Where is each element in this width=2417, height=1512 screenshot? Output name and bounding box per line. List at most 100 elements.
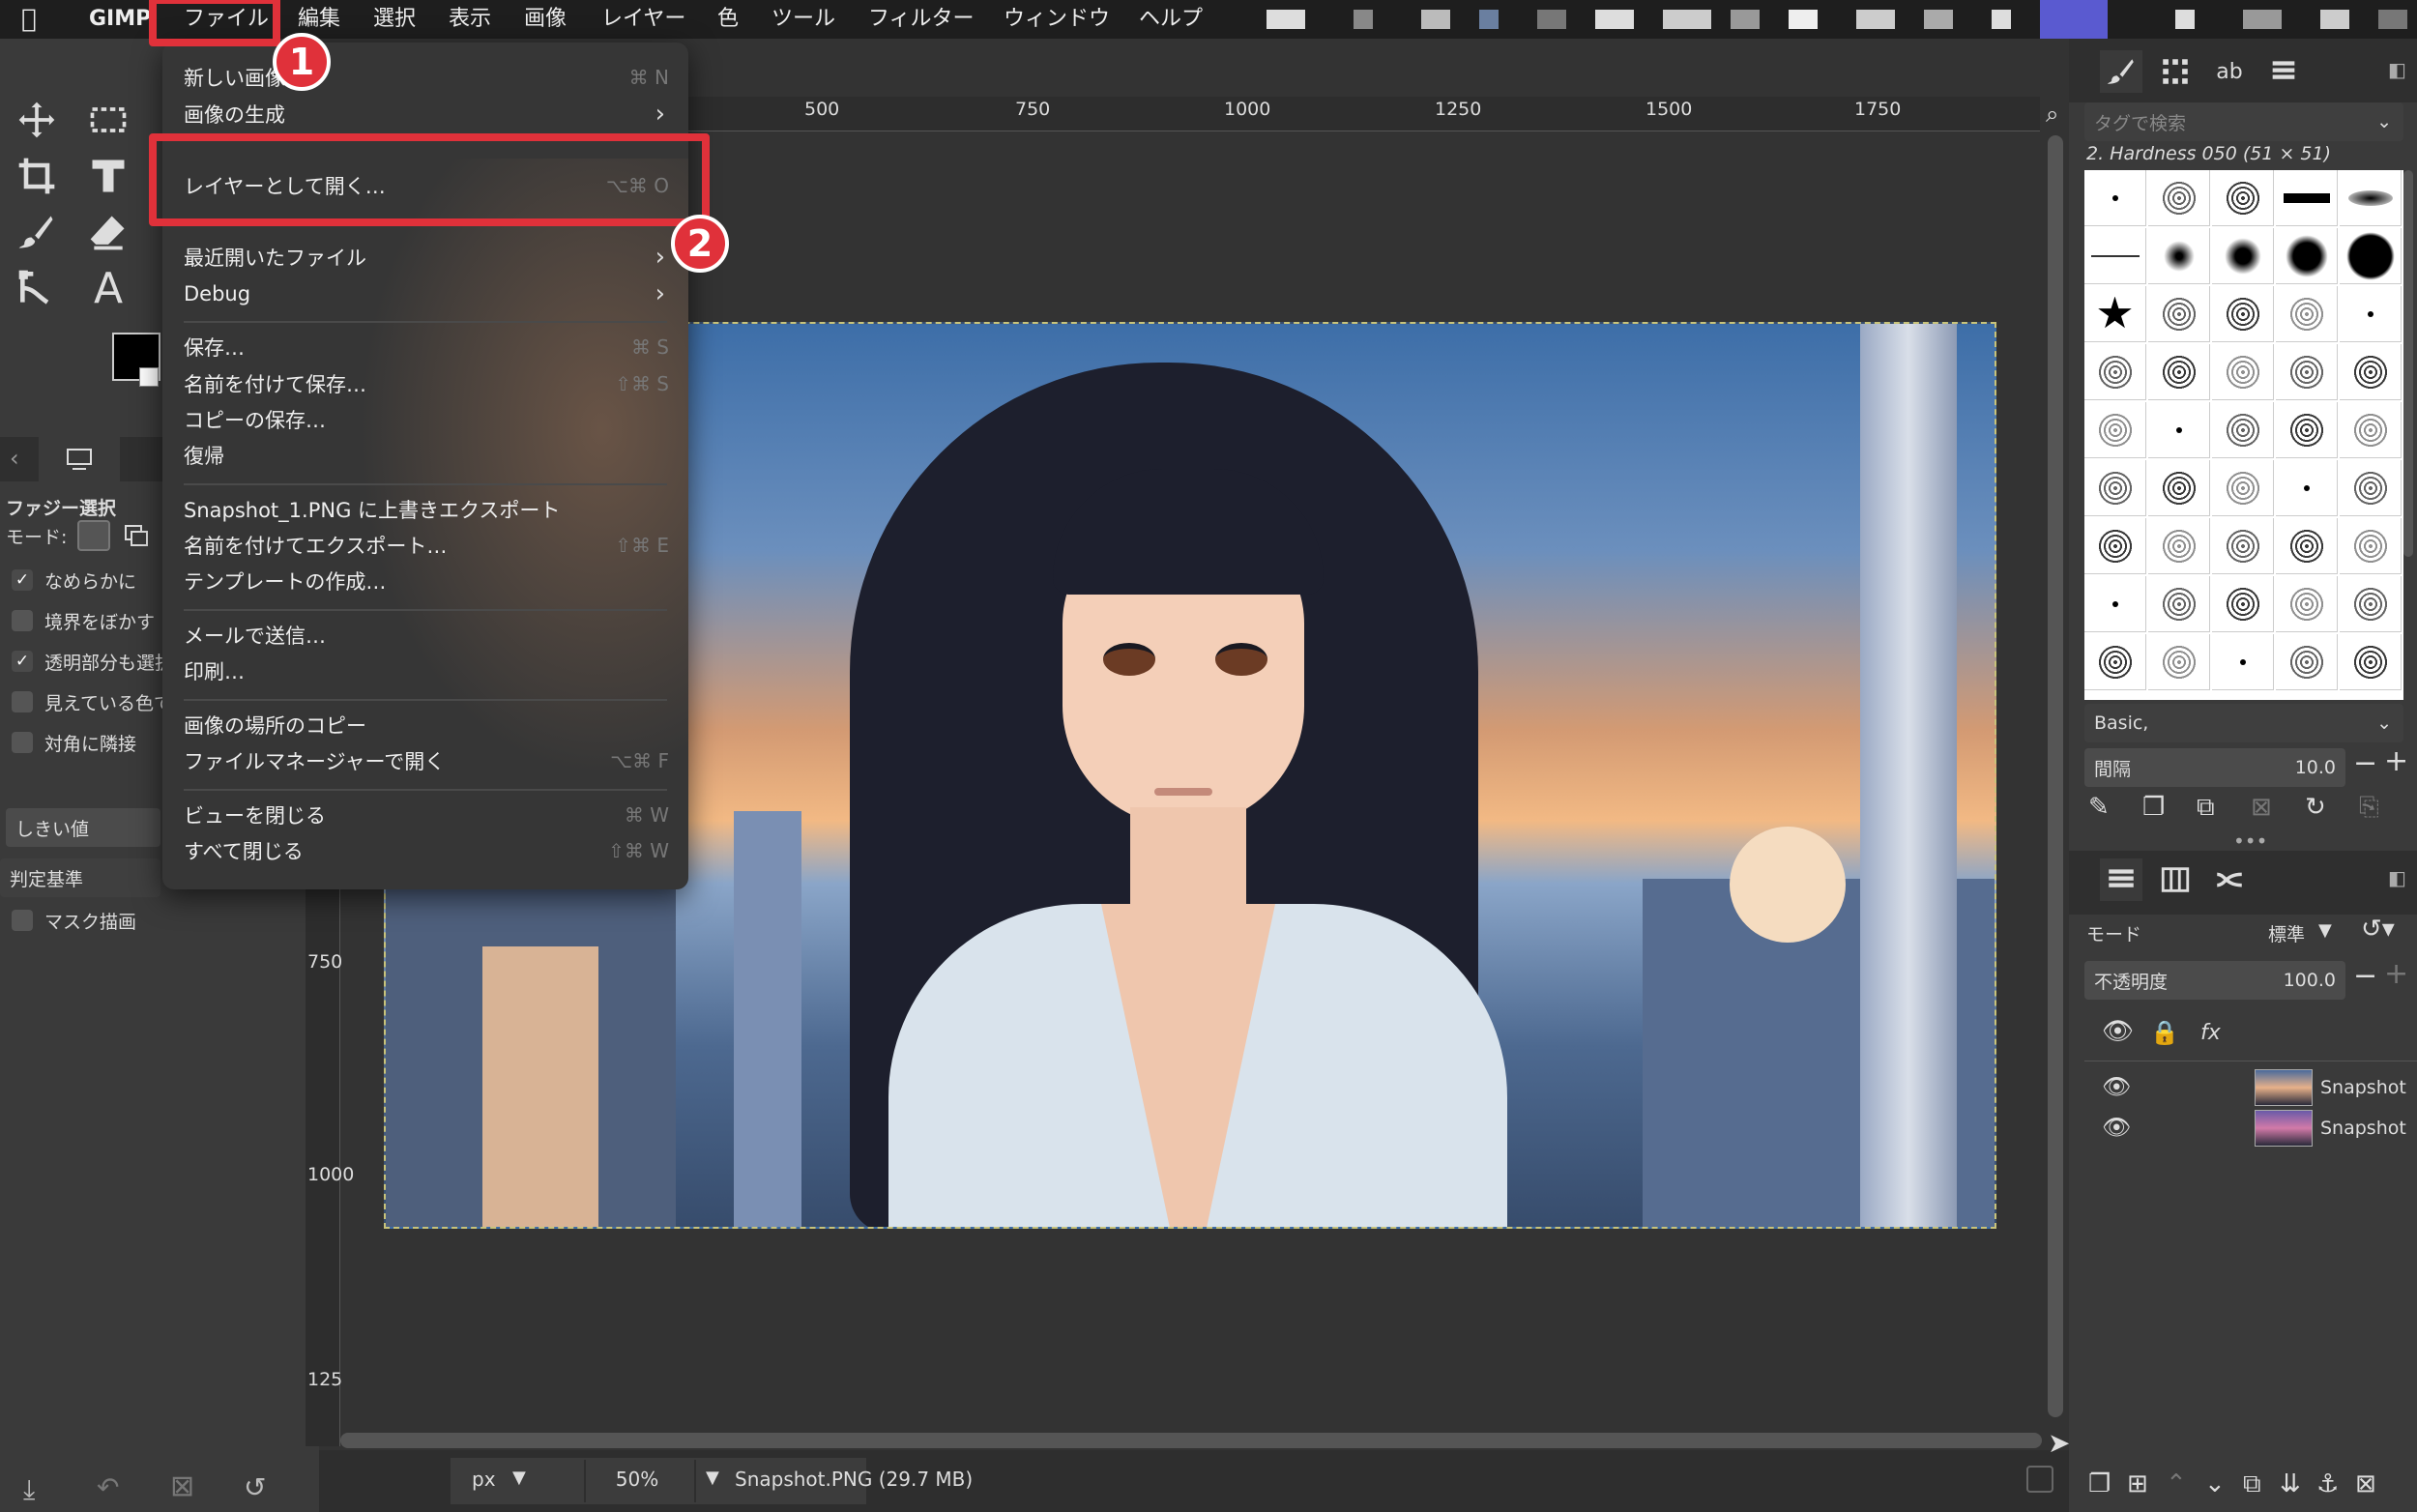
menu-item-open-recent[interactable]: 最近開いたファイル › [184, 240, 669, 275]
menu-item-send-mail[interactable]: メールで送信… [184, 618, 669, 653]
layer-row[interactable]: 👁 Snapshot [2084, 1069, 2417, 1108]
merge-layer-icon[interactable]: ⇊ [2280, 1469, 2301, 1498]
zoom-search-icon[interactable]: ⌕ [2046, 101, 2058, 128]
brushes-tab-icon[interactable] [2100, 50, 2142, 93]
move-tool-icon[interactable] [14, 97, 60, 143]
transform-tool-icon[interactable] [85, 153, 131, 199]
brush-preset-cell[interactable] [2212, 460, 2274, 516]
new-layer-group-icon[interactable]: ⊞ [2127, 1469, 2148, 1498]
tool-options-tab[interactable] [39, 437, 120, 481]
lower-layer-icon[interactable]: ⌄ [2204, 1469, 2226, 1498]
checkbox[interactable] [12, 610, 33, 631]
channels-tab-icon[interactable] [2154, 858, 2197, 901]
tab-left-chevron-icon[interactable]: ‹ [10, 445, 19, 472]
brush-preset-cell[interactable] [2340, 402, 2402, 458]
reset-options-icon[interactable]: ↺ [244, 1471, 266, 1503]
menu-filters[interactable]: フィルター [868, 0, 975, 39]
brush-preset-cell[interactable] [2148, 228, 2210, 284]
app-menu-gimp[interactable]: GIMP [89, 0, 151, 39]
brush-scrollbar[interactable] [2403, 170, 2413, 557]
vertical-scrollbar[interactable] [2048, 135, 2063, 1417]
menu-item-close-all[interactable]: すべて閉じる ⇧⌘ W [184, 833, 669, 868]
brush-preset-cell[interactable] [2148, 170, 2210, 226]
spacing-slider[interactable]: 間隔 10.0 [2084, 748, 2345, 787]
brush-tag-search[interactable]: タグで検索 ⌄ [2084, 102, 2403, 141]
zoom-dropdown-icon[interactable]: ▼ [706, 1468, 719, 1488]
drag-handle-icon[interactable]: ••• [2233, 829, 2267, 853]
menu-image[interactable]: 画像 [524, 0, 567, 39]
threshold-slider[interactable]: しきい値 [6, 808, 160, 847]
anchor-layer-icon[interactable]: ⚓ [2316, 1469, 2339, 1498]
background-color-swatch[interactable] [139, 367, 159, 387]
dock-menu-icon[interactable]: ◧ [2388, 866, 2406, 889]
brush-preset-cell[interactable] [2212, 228, 2274, 284]
duplicate-layer-icon[interactable]: ⧉ [2243, 1469, 2261, 1499]
brush-preset-cell[interactable] [2148, 634, 2210, 690]
brush-preset-cell[interactable] [2212, 518, 2274, 574]
delete-options-icon[interactable]: ⊠ [170, 1469, 194, 1503]
menu-item-save[interactable]: 保存… ⌘ S [184, 330, 669, 364]
layer-row[interactable]: 👁 Snapshot [2084, 1110, 2417, 1149]
paths-tool-icon[interactable] [14, 265, 60, 311]
raise-layer-icon[interactable]: ⌃ [2166, 1469, 2187, 1498]
brush-preset-cell[interactable] [2084, 286, 2146, 342]
refresh-brushes-icon[interactable]: ↻ [2305, 793, 2326, 822]
unit-select[interactable]: px [472, 1468, 496, 1491]
menu-item-revert[interactable]: 復帰 [184, 438, 669, 473]
checkbox[interactable] [12, 732, 33, 753]
paths-tab-icon[interactable] [2208, 858, 2251, 901]
edit-brush-icon[interactable]: ✎ [2088, 793, 2110, 822]
brush-preset-cell[interactable] [2212, 170, 2274, 226]
brush-preset-cell[interactable] [2340, 518, 2402, 574]
opacity-slider[interactable]: 不透明度 100.0 [2084, 961, 2345, 1000]
menu-item-create-template[interactable]: テンプレートの作成… [184, 564, 669, 598]
brush-preset-cell[interactable] [2084, 518, 2146, 574]
duplicate-brush-icon[interactable]: ⧉ [2197, 793, 2215, 823]
brush-preset-cell[interactable] [2084, 228, 2146, 284]
fonts-tab-icon[interactable]: ab [2208, 50, 2251, 93]
menu-layer[interactable]: レイヤー [601, 0, 685, 39]
brush-preset-cell[interactable] [2212, 576, 2274, 632]
option-select-transparent[interactable]: ✓ 透明部分も選択 [0, 642, 173, 681]
brush-preset-cell[interactable] [2212, 286, 2274, 342]
brush-preset-cell[interactable] [2084, 460, 2146, 516]
brush-preset-cell[interactable] [2340, 634, 2402, 690]
menu-help[interactable]: ヘルプ [1139, 0, 1203, 39]
layer-mode-reset-icon[interactable]: ↺▾ [2361, 915, 2395, 944]
mode-replace-button[interactable] [77, 520, 110, 551]
brush-preset-cell[interactable] [2276, 460, 2338, 516]
brush-preset-cell[interactable] [2276, 576, 2338, 632]
brush-preset-cell[interactable] [2212, 634, 2274, 690]
brush-preset-cell[interactable] [2084, 576, 2146, 632]
menu-item-open-file-manager[interactable]: ファイルマネージャーで開く ⌥⌘ F [184, 743, 669, 778]
chevron-down-icon[interactable]: ⌄ [2376, 111, 2392, 132]
crop-tool-icon[interactable] [14, 153, 60, 199]
option-sample-merged[interactable]: 見えている色で [0, 683, 172, 721]
open-brush-icon[interactable]: ⎘ [2359, 793, 2379, 823]
brush-preset-cell[interactable] [2340, 228, 2402, 284]
unit-dropdown-icon[interactable]: ▼ [512, 1468, 526, 1488]
menu-tools[interactable]: ツール [772, 0, 835, 39]
brush-preset-cell[interactable] [2148, 576, 2210, 632]
option-draw-mask[interactable]: マスク描画 [0, 901, 136, 940]
brush-preset-cell[interactable] [2276, 634, 2338, 690]
rect-select-tool-icon[interactable] [85, 97, 131, 143]
patterns-tab-icon[interactable] [2154, 50, 2197, 93]
menu-item-save-as[interactable]: 名前を付けて保存… ⇧⌘ S [184, 366, 669, 401]
chevron-down-icon[interactable]: ⌄ [2376, 712, 2392, 734]
menu-item-debug[interactable]: Debug › [184, 276, 669, 311]
mode-add-button[interactable] [122, 522, 151, 549]
brush-preset-select[interactable]: Basic, ⌄ [2084, 704, 2403, 742]
brush-preset-cell[interactable] [2276, 518, 2338, 574]
brush-preset-cell[interactable] [2340, 460, 2402, 516]
menu-item-new-image[interactable]: 新しい画像 ⌘ N [184, 60, 669, 95]
layer-mode-select[interactable]: 標準 [2268, 920, 2305, 946]
brush-preset-cell[interactable] [2276, 286, 2338, 342]
plus-icon[interactable]: + [2384, 744, 2408, 778]
delete-brush-icon[interactable]: ⊠ [2251, 793, 2272, 822]
menu-item-export-as[interactable]: 名前を付けてエクスポート… ⇧⌘ E [184, 528, 669, 563]
brush-preset-cell[interactable] [2148, 286, 2210, 342]
layers-tab-icon[interactable] [2100, 858, 2142, 901]
new-brush-icon[interactable]: ❐ [2142, 793, 2165, 822]
brush-preset-cell[interactable] [2212, 344, 2274, 400]
